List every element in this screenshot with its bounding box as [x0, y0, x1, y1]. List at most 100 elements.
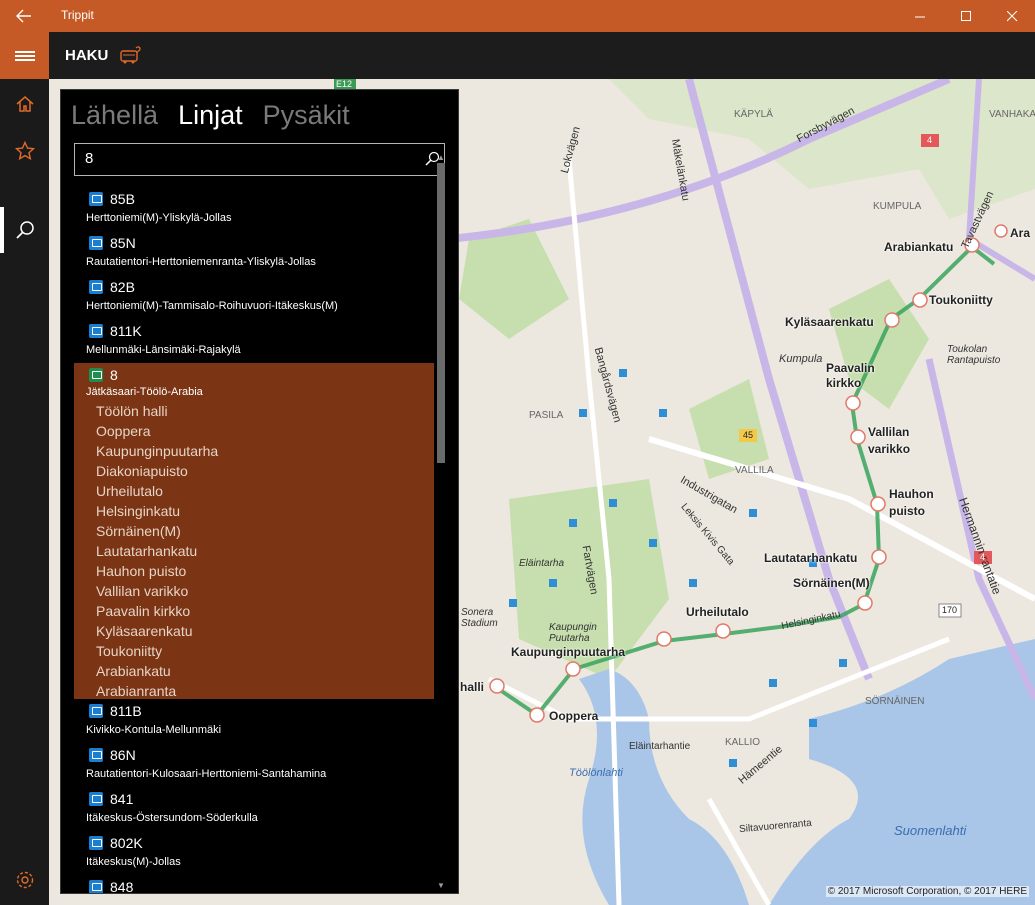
map-road-number: E12	[336, 79, 353, 89]
scrollbar-thumb[interactable]	[437, 163, 445, 463]
tab-bar: Lähellä Linjat Pysäkit	[71, 100, 370, 131]
line-route: Rautatientori-Kulosaari-Herttoniemi-Sant…	[86, 768, 327, 780]
line-list: 85B Herttoniemi(M)-Yliskylä-Jollas 85N R…	[74, 187, 434, 894]
map-stop-label: Kyläsaarenkatu	[785, 315, 874, 329]
minimize-icon	[914, 16, 925, 17]
line-route: Itäkeskus(M)-Jollas	[86, 856, 181, 868]
map-street-label: Eläintarhantie	[629, 741, 691, 752]
scroll-up-icon[interactable]: ▲	[436, 153, 446, 162]
bus-icon	[89, 792, 103, 806]
line-route: Itäkeskus-Östersundom-Söderkulla	[86, 812, 258, 824]
map-area-label: Kumpula	[779, 353, 823, 365]
map-road-number: 4	[980, 552, 986, 562]
tab-stops[interactable]: Pysäkit	[263, 100, 350, 130]
line-number: 86N	[110, 747, 136, 763]
map-area-label: KÄPYLÄ	[734, 109, 773, 120]
line-route: Mellunmäki-Länsimäki-Rajakylä	[86, 344, 241, 356]
maximize-button[interactable]	[943, 0, 989, 32]
minimize-button[interactable]	[897, 0, 943, 32]
bus-icon	[89, 192, 103, 206]
page-title: HAKU	[65, 47, 109, 64]
line-route: Kivikko-Kontula-Mellunmäki	[86, 724, 222, 736]
map-stop-label: Kaupunginpuutarha	[511, 645, 625, 659]
gear-icon	[16, 871, 33, 889]
list-item[interactable]: 848	[74, 875, 434, 894]
home-icon	[16, 96, 33, 112]
search-panel: Lähellä Linjat Pysäkit ▲ ▼ 85B Herttoniemi…	[60, 89, 459, 894]
stop-list: Töölön halli Ooppera Kaupunginpuutarha D…	[96, 401, 218, 701]
stop-item[interactable]: Toukoniitty	[96, 641, 218, 661]
tab-lines[interactable]: Linjat	[178, 100, 243, 130]
bus-icon	[89, 836, 103, 850]
map-stop-label: Ooppera	[549, 709, 599, 723]
stop-item[interactable]: Arabiankatu	[96, 661, 218, 681]
stop-item[interactable]: Töölön halli	[96, 401, 218, 421]
stop-item[interactable]: Arabianranta	[96, 681, 218, 701]
line-route: Herttoniemi(M)-Tammisalo-Roihuvuori-Itäk…	[86, 300, 338, 312]
line-number: 82B	[110, 279, 135, 295]
stop-item[interactable]: Hauhon puisto	[96, 561, 218, 581]
stop-item[interactable]: Vallilan varikko	[96, 581, 218, 601]
map-stop-label: halli	[460, 680, 485, 694]
close-icon	[1006, 10, 1017, 21]
nav-rail	[0, 32, 49, 905]
back-arrow-icon	[16, 9, 31, 23]
line-number: 802K	[110, 835, 143, 851]
map-area-label: Suomenlahti	[894, 823, 967, 838]
hamburger-menu-button[interactable]	[0, 32, 49, 79]
scroll-down-icon[interactable]: ▼	[436, 881, 446, 890]
stop-item[interactable]: Paavalin kirkko	[96, 601, 218, 621]
bus-icon	[89, 704, 103, 718]
stop-item[interactable]: Lautatarhankatu	[96, 541, 218, 561]
list-item[interactable]: 86N Rautatientori-Kulosaari-Herttoniemi-…	[74, 743, 434, 787]
line-route: Herttoniemi(M)-Yliskylä-Jollas	[86, 212, 232, 224]
bus-icon	[89, 324, 103, 338]
tram-icon	[89, 368, 103, 382]
map-area-label: SÖRNÄINEN	[865, 696, 925, 707]
nav-settings-button[interactable]	[0, 860, 49, 900]
tab-nearby[interactable]: Lähellä	[71, 100, 158, 130]
bus-icon	[89, 748, 103, 762]
close-button[interactable]	[989, 0, 1035, 32]
stop-item[interactable]: Sörnäinen(M)	[96, 521, 218, 541]
list-item[interactable]: 841 Itäkeskus-Östersundom-Söderkulla	[74, 787, 434, 831]
list-item[interactable]: 82B Herttoniemi(M)-Tammisalo-Roihuvuori-…	[74, 275, 434, 319]
line-number: 841	[110, 791, 134, 807]
map-stop-label: Lautatarhankatu	[764, 551, 858, 565]
stop-item[interactable]: Ooppera	[96, 421, 218, 441]
map-stop-label: Hauhon puisto	[889, 487, 934, 518]
stop-item[interactable]: Diakoniapuisto	[96, 461, 218, 481]
map-stop-label: Sörnäinen(M)	[793, 576, 870, 590]
map-stop-label: Ara	[1010, 226, 1031, 240]
star-icon	[14, 141, 35, 161]
map-stop-label: Vallilan varikko	[868, 425, 911, 456]
maximize-icon	[960, 10, 971, 21]
line-number: 811K	[110, 323, 142, 339]
list-item[interactable]: 811K Mellunmäki-Länsimäki-Rajakylä	[74, 319, 434, 363]
map-stop-label: Paavalin kirkko	[826, 361, 875, 390]
stop-item[interactable]: Kaupunginpuutarha	[96, 441, 218, 461]
stop-item[interactable]: Urheilutalo	[96, 481, 218, 501]
search-icon	[15, 221, 34, 239]
line-number: 848	[110, 879, 134, 894]
nav-home-button[interactable]	[0, 84, 49, 124]
map-area-label: Toukolan Rantapuisto	[947, 344, 1001, 366]
nav-search-button[interactable]	[0, 210, 49, 250]
map-stop-label: Urheilutalo	[686, 605, 749, 619]
list-item[interactable]: 85B Herttoniemi(M)-Yliskylä-Jollas	[74, 187, 434, 231]
hamburger-icon	[14, 49, 35, 63]
map-copyright: © 2017 Microsoft Corporation, © 2017 HER…	[825, 886, 1029, 897]
back-button[interactable]	[0, 0, 48, 32]
list-item[interactable]: 811B Kivikko-Kontula-Mellunmäki	[74, 699, 434, 743]
list-item[interactable]: 85N Rautatientori-Herttoniemenranta-Ylis…	[74, 231, 434, 275]
line-route: Rautatientori-Herttoniemenranta-Yliskylä…	[86, 256, 316, 268]
stop-item[interactable]: Helsinginkatu	[96, 501, 218, 521]
stop-item[interactable]: Kyläsaarenkatu	[96, 621, 218, 641]
nav-favorites-button[interactable]	[0, 131, 49, 171]
search-input[interactable]	[85, 150, 415, 167]
list-scrollbar[interactable]: ▲ ▼	[435, 153, 445, 893]
list-item-expanded[interactable]: 8 Jätkäsaari-Töölö-Arabia Töölön halli O…	[74, 363, 434, 699]
list-item[interactable]: 802K Itäkeskus(M)-Jollas	[74, 831, 434, 875]
bus-icon	[89, 880, 103, 893]
map-area-label: VANHAKA	[989, 109, 1035, 120]
